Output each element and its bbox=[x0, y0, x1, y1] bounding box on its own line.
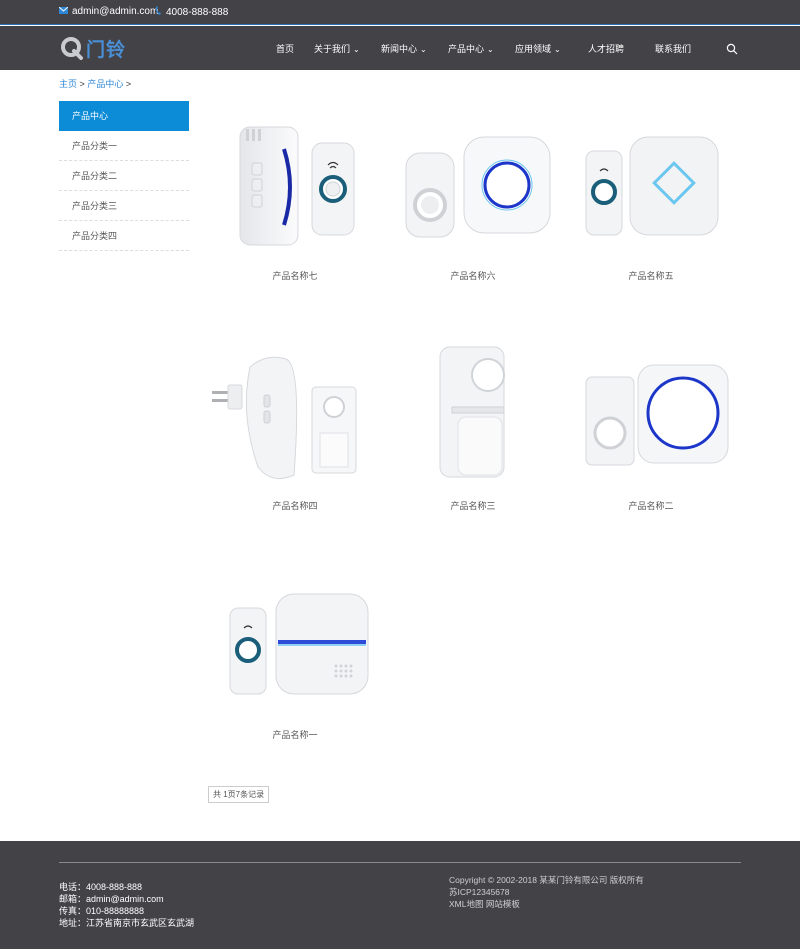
sidebar-item-category-3[interactable]: 产品分类三 bbox=[59, 191, 189, 221]
pagination-summary: 共 1页7条记录 bbox=[208, 786, 270, 803]
chevron-down-icon: ⌄ bbox=[420, 45, 427, 54]
topbar-email[interactable]: admin@admin.com bbox=[58, 6, 159, 17]
breadcrumb-sep: > bbox=[125, 79, 132, 89]
footer-copyright: Copyright © 2002-2018 某某门铃有限公司 版权所有 bbox=[449, 875, 644, 885]
nav-item-about[interactable]: 关于我们 ⌄ bbox=[314, 42, 360, 55]
product-card[interactable]: 产品名称一 bbox=[210, 574, 380, 741]
product-image[interactable] bbox=[210, 115, 380, 265]
chevron-down-icon: ⌄ bbox=[554, 45, 561, 54]
breadcrumb-home[interactable]: 主页 bbox=[59, 79, 77, 89]
nav-item-news[interactable]: 新闻中心 ⌄ bbox=[381, 42, 427, 55]
product-card[interactable]: 产品名称六 bbox=[388, 115, 558, 282]
footer-email: 邮箱：admin@admin.com bbox=[59, 894, 164, 904]
nav-label: 新闻中心 bbox=[381, 44, 418, 54]
nav-label: 联系我们 bbox=[655, 44, 692, 54]
product-name[interactable]: 产品名称一 bbox=[210, 728, 380, 741]
product-name[interactable]: 产品名称三 bbox=[388, 499, 558, 512]
site-logo[interactable]: 门铃 bbox=[60, 35, 126, 61]
main-header: 门铃 首页 关于我们 ⌄ 新闻中心 ⌄ 产品中心 ⌄ 应用领域 ⌄ 人才招聘 联系我们 bbox=[0, 26, 800, 70]
footer-phone: 电话：4008-888-888 bbox=[59, 882, 143, 892]
footer-links[interactable]: XML地图 网站模板 bbox=[449, 898, 644, 910]
footer-address: 地址：江苏省南京市玄武区玄武湖 bbox=[59, 918, 195, 928]
product-card[interactable]: 产品名称二 bbox=[566, 345, 736, 512]
sidebar-item-category-2[interactable]: 产品分类二 bbox=[59, 161, 189, 191]
product-image[interactable] bbox=[566, 115, 736, 265]
topbar-phone-text: 4008-888-888 bbox=[166, 7, 229, 18]
mail-icon bbox=[58, 6, 69, 17]
product-card[interactable]: 产品名称七 bbox=[210, 115, 380, 282]
footer-fax: 传真：010-88888888 bbox=[59, 906, 145, 916]
logo-text: 门铃 bbox=[86, 39, 127, 61]
nav-item-home[interactable]: 首页 bbox=[276, 42, 294, 55]
product-name[interactable]: 产品名称六 bbox=[388, 269, 558, 282]
nav-item-careers[interactable]: 人才招聘 bbox=[588, 42, 624, 55]
product-card[interactable]: 产品名称五 bbox=[566, 115, 736, 282]
breadcrumb: 主页 > 产品中心 > bbox=[59, 77, 131, 90]
nav-label: 关于我们 bbox=[314, 44, 351, 54]
footer-contact: 电话：4008-888-888 邮箱：admin@admin.com 传真：01… bbox=[59, 881, 194, 929]
product-name[interactable]: 产品名称七 bbox=[210, 269, 380, 282]
sidebar-item-category-4[interactable]: 产品分类四 bbox=[59, 221, 189, 251]
footer-icp[interactable]: 苏ICP12345678 bbox=[449, 886, 644, 898]
top-bar: admin@admin.com 4008-888-888 bbox=[0, 0, 800, 25]
nav-item-products[interactable]: 产品中心 ⌄ bbox=[448, 42, 494, 55]
nav-label: 人才招聘 bbox=[588, 44, 625, 54]
chevron-down-icon: ⌄ bbox=[487, 45, 494, 54]
topbar-email-text: admin@admin.com bbox=[72, 6, 159, 17]
nav-item-applications[interactable]: 应用领域 ⌄ bbox=[515, 42, 561, 55]
phone-icon bbox=[155, 6, 162, 19]
sidebar: 产品中心 产品分类一 产品分类二 产品分类三 产品分类四 bbox=[59, 101, 189, 251]
nav-item-contact[interactable]: 联系我们 bbox=[655, 42, 691, 55]
logo-q-icon bbox=[61, 37, 83, 60]
nav-label: 应用领域 bbox=[515, 44, 552, 54]
product-name[interactable]: 产品名称二 bbox=[566, 499, 736, 512]
sidebar-item-category-1[interactable]: 产品分类一 bbox=[59, 131, 189, 161]
footer-divider bbox=[59, 862, 741, 863]
sidebar-title[interactable]: 产品中心 bbox=[59, 101, 189, 131]
breadcrumb-sep: > bbox=[79, 79, 85, 89]
product-card[interactable]: 产品名称四 bbox=[210, 345, 380, 512]
product-image[interactable] bbox=[566, 345, 736, 495]
product-image[interactable] bbox=[210, 345, 380, 495]
nav-label: 产品中心 bbox=[448, 44, 485, 54]
footer-copyright-block: Copyright © 2002-2018 某某门铃有限公司 版权所有 苏ICP… bbox=[449, 874, 644, 910]
chevron-down-icon: ⌄ bbox=[353, 45, 360, 54]
product-name[interactable]: 产品名称四 bbox=[210, 499, 380, 512]
topbar-phone[interactable]: 4008-888-888 bbox=[155, 6, 228, 19]
search-icon[interactable] bbox=[726, 42, 738, 55]
product-image[interactable] bbox=[210, 574, 380, 724]
breadcrumb-current[interactable]: 产品中心 bbox=[87, 79, 123, 89]
footer: 电话：4008-888-888 邮箱：admin@admin.com 传真：01… bbox=[0, 841, 800, 949]
product-image[interactable] bbox=[388, 345, 558, 495]
product-name[interactable]: 产品名称五 bbox=[566, 269, 736, 282]
product-image[interactable] bbox=[388, 115, 558, 265]
product-card[interactable]: 产品名称三 bbox=[388, 345, 558, 512]
nav-label: 首页 bbox=[276, 44, 295, 54]
